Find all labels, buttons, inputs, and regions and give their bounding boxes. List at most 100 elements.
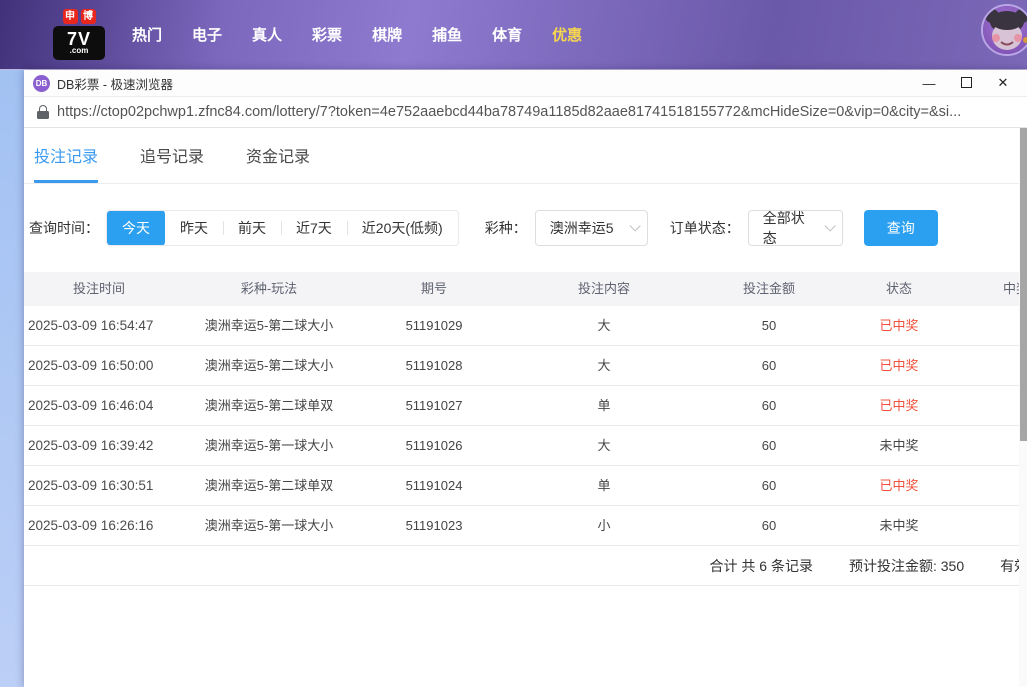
bet-amount: 60 [704, 346, 834, 385]
vertical-scrollbar[interactable] [1019, 128, 1027, 687]
table-header-row: 投注时间彩种-玩法期号投注内容投注金额状态中奖金额 [24, 272, 1027, 306]
bet-time: 2025-03-09 16:54:47 [24, 306, 174, 345]
game-playtype: 澳洲幸运5-第一球大小 [174, 426, 364, 465]
logo-badge-right: 博 [81, 9, 96, 24]
column-header: 投注时间 [24, 272, 174, 306]
table-row[interactable]: 2025-03-09 16:30:51澳洲幸运5-第二球单双51191024单6… [24, 466, 1027, 506]
issue-number: 51191023 [364, 506, 504, 545]
status-label: 已中奖 [834, 306, 964, 345]
order-status-select[interactable]: 全部状态 [748, 210, 843, 246]
game-playtype: 澳洲幸运5-第一球大小 [174, 506, 364, 545]
bet-content: 大 [504, 306, 704, 345]
browser-window: DB DB彩票 - 极速浏览器 — ✕ https://ctop02pchwp1… [24, 70, 1027, 687]
time-option-today[interactable]: 今天 [107, 210, 165, 246]
game-playtype: 澳洲幸运5-第二球大小 [174, 306, 364, 345]
bet-time: 2025-03-09 16:26:16 [24, 506, 174, 545]
bet-amount: 60 [704, 426, 834, 465]
table-row[interactable]: 2025-03-09 16:39:42澳洲幸运5-第一球大小51191026大6… [24, 426, 1027, 466]
issue-number: 51191028 [364, 346, 504, 385]
tab-bet-records[interactable]: 投注记录 [34, 143, 98, 183]
game-playtype: 澳洲幸运5-第二球单双 [174, 466, 364, 505]
logo-badges: 申 博 [63, 9, 96, 24]
tab-chase-records[interactable]: 追号记录 [140, 143, 204, 183]
record-tabs: 投注记录 追号记录 资金记录 [24, 128, 1027, 184]
logo-sub-text: .com [70, 47, 89, 55]
time-option-daybefore[interactable]: 前天 [223, 211, 281, 245]
column-header: 中奖金额 [964, 272, 1027, 306]
column-header: 彩种-玩法 [174, 272, 364, 306]
game-playtype: 澳洲幸运5-第二球单双 [174, 386, 364, 425]
bet-amount: 60 [704, 506, 834, 545]
column-header: 期号 [364, 272, 504, 306]
table-row[interactable]: 2025-03-09 16:54:47澳洲幸运5-第二球大小51191029大5… [24, 306, 1027, 346]
table-summary: 合计 共 6 条记录 预计投注金额: 350 有效投注金额: [24, 546, 1027, 586]
search-button[interactable]: 查询 [864, 210, 938, 246]
table-row[interactable]: 2025-03-09 16:46:04澳洲幸运5-第二球单双51191027单6… [24, 386, 1027, 426]
status-label: 已中奖 [834, 466, 964, 505]
window-title: DB彩票 - 极速浏览器 [57, 74, 173, 93]
bet-amount: 60 [704, 466, 834, 505]
time-filter-label: 查询时间： [29, 218, 99, 238]
bet-content: 大 [504, 426, 704, 465]
lottery-filter-label: 彩种： [485, 218, 527, 238]
bet-content: 小 [504, 506, 704, 545]
bet-amount: 50 [704, 306, 834, 345]
table-body: 2025-03-09 16:54:47澳洲幸运5-第二球大小51191029大5… [24, 306, 1027, 546]
bet-time: 2025-03-09 16:46:04 [24, 386, 174, 425]
table-row[interactable]: 2025-03-09 16:26:16澳洲幸运5-第一球大小51191023小6… [24, 506, 1027, 546]
issue-number: 51191026 [364, 426, 504, 465]
issue-number: 51191024 [364, 466, 504, 505]
nav-item-slots[interactable]: 电子 [192, 24, 222, 45]
prize-amount: 1 [964, 466, 1027, 505]
prize-amount [964, 426, 1027, 465]
column-header: 投注金额 [704, 272, 834, 306]
status-label: 已中奖 [834, 386, 964, 425]
main-nav: 热门 电子 真人 彩票 棋牌 捕鱼 体育 优惠 [132, 24, 582, 45]
maximize-icon [961, 77, 972, 88]
url-text[interactable]: https://ctop02pchwp1.zfnc84.com/lottery/… [57, 104, 961, 120]
prize-amount: 1 [964, 386, 1027, 425]
table-row[interactable]: 2025-03-09 16:50:00澳洲幸运5-第二球大小51191028大6… [24, 346, 1027, 386]
chevron-down-icon [629, 220, 640, 231]
prize-amount [964, 506, 1027, 545]
nav-item-promo[interactable]: 优惠 [552, 24, 582, 45]
minimize-button[interactable]: — [922, 76, 936, 91]
time-option-20days[interactable]: 近20天(低频) [347, 211, 458, 245]
logo-badge-left: 申 [63, 9, 78, 24]
maximize-button[interactable] [959, 76, 973, 91]
status-select-value: 全部状态 [763, 208, 816, 248]
time-option-7days[interactable]: 近7天 [281, 211, 347, 245]
tab-fund-records[interactable]: 资金记录 [246, 143, 310, 183]
lottery-select-value: 澳洲幸运5 [550, 218, 614, 238]
url-bar[interactable]: https://ctop02pchwp1.zfnc84.com/lottery/… [24, 97, 1027, 128]
logo-box: 7V .com [53, 26, 105, 60]
window-controls: — ✕ [922, 75, 1027, 91]
summary-expected-amount: 预计投注金额: 350 [849, 556, 964, 576]
summary-total-records: 合计 共 6 条记录 [710, 556, 813, 576]
bet-time: 2025-03-09 16:30:51 [24, 466, 174, 505]
bet-amount: 60 [704, 386, 834, 425]
nav-item-hot[interactable]: 热门 [132, 24, 162, 45]
game-playtype: 澳洲幸运5-第二球大小 [174, 346, 364, 385]
issue-number: 51191029 [364, 306, 504, 345]
nav-item-cards[interactable]: 棋牌 [372, 24, 402, 45]
bet-records-table: 投注时间彩种-玩法期号投注内容投注金额状态中奖金额 2025-03-09 16:… [24, 272, 1027, 586]
nav-item-sports[interactable]: 体育 [492, 24, 522, 45]
site-logo[interactable]: 申 博 7V .com [52, 9, 106, 60]
user-avatar[interactable] [981, 4, 1027, 56]
site-header: 申 博 7V .com 热门 电子 真人 彩票 棋牌 捕鱼 体育 优惠 [0, 0, 1027, 70]
window-titlebar[interactable]: DB DB彩票 - 极速浏览器 — ✕ [24, 70, 1027, 97]
scrollbar-thumb[interactable] [1020, 128, 1027, 441]
column-header: 投注内容 [504, 272, 704, 306]
lottery-select[interactable]: 澳洲幸运5 [535, 210, 648, 246]
status-filter-label: 订单状态： [670, 218, 740, 238]
filter-bar: 查询时间： 今天 昨天 前天 近7天 近20天(低频) 彩种： 澳洲幸运5 订单… [29, 210, 1027, 246]
close-button[interactable]: ✕ [996, 75, 1010, 91]
nav-item-live[interactable]: 真人 [252, 24, 282, 45]
bet-time: 2025-03-09 16:39:42 [24, 426, 174, 465]
nav-item-lottery[interactable]: 彩票 [312, 24, 342, 45]
time-option-yesterday[interactable]: 昨天 [165, 211, 223, 245]
prize-amount: 9 [964, 306, 1027, 345]
nav-item-fishing[interactable]: 捕鱼 [432, 24, 462, 45]
status-label: 已中奖 [834, 346, 964, 385]
